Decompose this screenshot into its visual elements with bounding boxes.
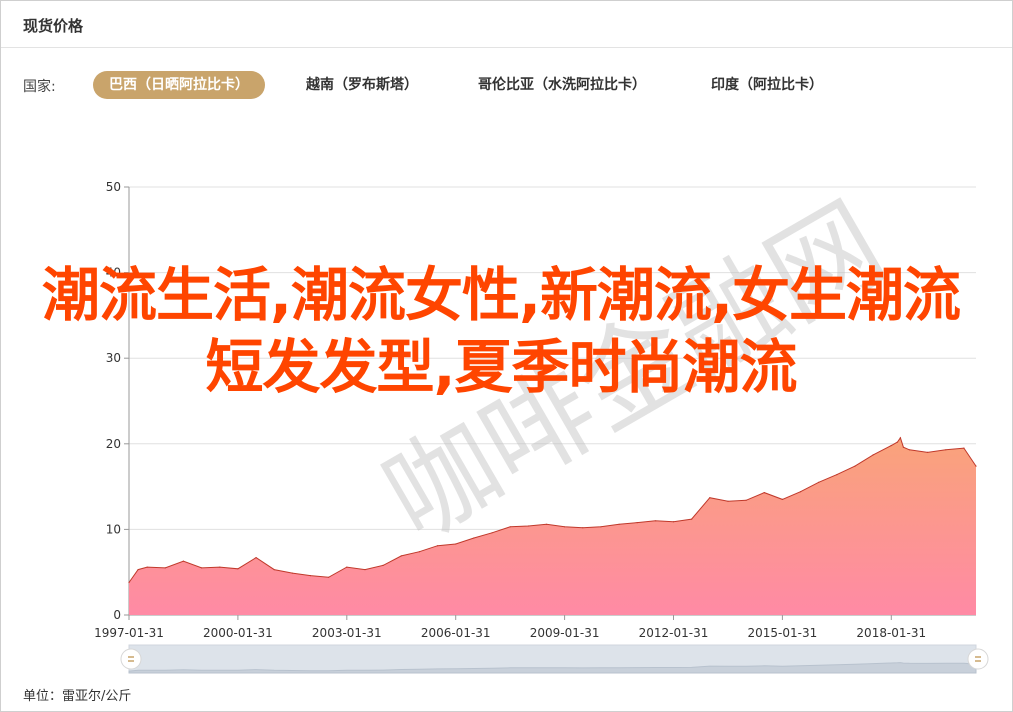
y-tick-label: 10 bbox=[106, 522, 121, 536]
data-point bbox=[854, 465, 856, 467]
data-point bbox=[975, 465, 977, 467]
data-point bbox=[346, 566, 348, 568]
data-point bbox=[128, 581, 130, 584]
data-point bbox=[237, 568, 239, 570]
data-point bbox=[137, 569, 139, 571]
data-point bbox=[545, 523, 548, 525]
data-point bbox=[763, 492, 765, 494]
data-point bbox=[509, 526, 511, 528]
y-tick-label: 50 bbox=[106, 180, 121, 194]
data-point bbox=[291, 572, 293, 574]
data-point bbox=[564, 526, 566, 528]
overlay-headline: 潮流生活,潮流女性,新潮流,女生潮流短发发型,夏季时尚潮流 bbox=[41, 261, 961, 401]
data-point bbox=[219, 566, 221, 568]
data-point bbox=[364, 569, 366, 571]
x-tick-label: 2006-01-31 bbox=[421, 626, 491, 640]
data-point bbox=[963, 447, 965, 449]
data-point bbox=[818, 481, 820, 483]
slider-handle-right[interactable] bbox=[967, 648, 989, 670]
data-point bbox=[382, 564, 384, 567]
unit-label: 单位：雷亚尔/公斤 bbox=[23, 689, 132, 704]
data-point bbox=[902, 446, 905, 448]
data-point bbox=[945, 449, 947, 451]
data-point bbox=[890, 444, 892, 447]
data-point bbox=[836, 474, 838, 476]
data-point bbox=[872, 454, 874, 456]
range-slider[interactable] bbox=[120, 644, 989, 674]
data-point bbox=[527, 525, 529, 527]
data-point bbox=[182, 560, 184, 562]
data-point bbox=[727, 500, 729, 502]
data-point bbox=[273, 569, 275, 571]
data-point bbox=[328, 576, 330, 578]
data-point bbox=[164, 567, 166, 569]
data-point bbox=[654, 520, 657, 522]
data-point bbox=[582, 527, 584, 529]
x-tick-label: 2009-01-31 bbox=[530, 626, 600, 640]
y-tick-label: 20 bbox=[106, 437, 121, 451]
data-point bbox=[927, 451, 929, 453]
y-tick-label: 0 bbox=[113, 608, 121, 622]
x-tick-label: 2015-01-31 bbox=[748, 626, 818, 640]
data-point bbox=[896, 441, 899, 443]
data-point bbox=[636, 522, 638, 524]
x-tick-label: 2000-01-31 bbox=[203, 626, 273, 640]
x-tick-label: 2003-01-31 bbox=[312, 626, 382, 640]
data-point bbox=[146, 566, 148, 568]
data-point bbox=[400, 555, 402, 557]
data-point bbox=[899, 437, 902, 439]
data-point bbox=[618, 523, 620, 525]
x-tick-label: 2012-01-31 bbox=[639, 626, 709, 640]
data-point bbox=[781, 498, 784, 500]
data-point bbox=[908, 449, 911, 451]
slider-handle-left[interactable] bbox=[120, 648, 142, 670]
x-tick-label: 2018-01-31 bbox=[856, 626, 926, 640]
data-point bbox=[672, 521, 675, 523]
data-point bbox=[745, 499, 747, 501]
data-point bbox=[255, 557, 257, 559]
data-point bbox=[691, 518, 693, 520]
x-tick-label: 1997-01-31 bbox=[94, 626, 164, 640]
data-point bbox=[201, 567, 203, 569]
data-point bbox=[309, 575, 312, 577]
data-point bbox=[799, 491, 802, 493]
price-panel: 现货价格 国家: 巴西（日晒阿拉比卡） 越南（罗布斯塔） 哥伦比亚（水洗阿拉比卡… bbox=[0, 0, 1013, 712]
data-point bbox=[600, 526, 602, 528]
data-point bbox=[709, 497, 711, 499]
